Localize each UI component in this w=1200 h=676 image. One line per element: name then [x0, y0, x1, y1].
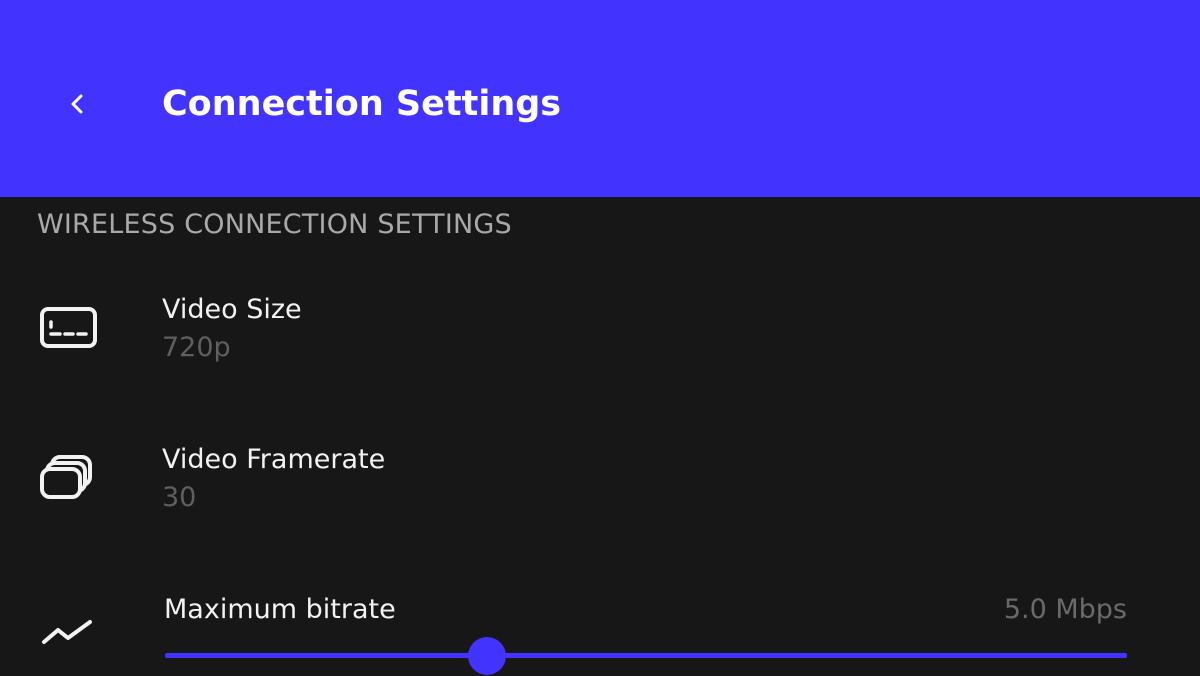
chevron-left-icon [71, 94, 83, 114]
slider-thumb[interactable] [468, 637, 507, 675]
framerate-icon [40, 455, 92, 499]
slider-track[interactable] [165, 653, 1127, 658]
section-header: WIRELESS CONNECTION SETTINGS [37, 209, 512, 240]
bitrate-value: 5.0 Mbps [1003, 594, 1127, 625]
app-bar: Connection Settings [0, 0, 1200, 197]
setting-title: Maximum bitrate [164, 594, 396, 625]
setting-title: Video Framerate [162, 444, 386, 475]
video-size-icon [40, 307, 97, 348]
bitrate-trend-icon [42, 620, 92, 644]
page-title: Connection Settings [162, 84, 562, 124]
setting-value: 30 [162, 482, 197, 513]
back-button[interactable] [54, 80, 102, 128]
setting-value: 720p [162, 332, 231, 363]
setting-title: Video Size [162, 294, 302, 325]
bitrate-slider[interactable] [165, 636, 1127, 676]
setting-video-framerate[interactable]: Video Framerate 30 [0, 430, 1200, 550]
setting-video-size[interactable]: Video Size 720p [0, 280, 1200, 400]
